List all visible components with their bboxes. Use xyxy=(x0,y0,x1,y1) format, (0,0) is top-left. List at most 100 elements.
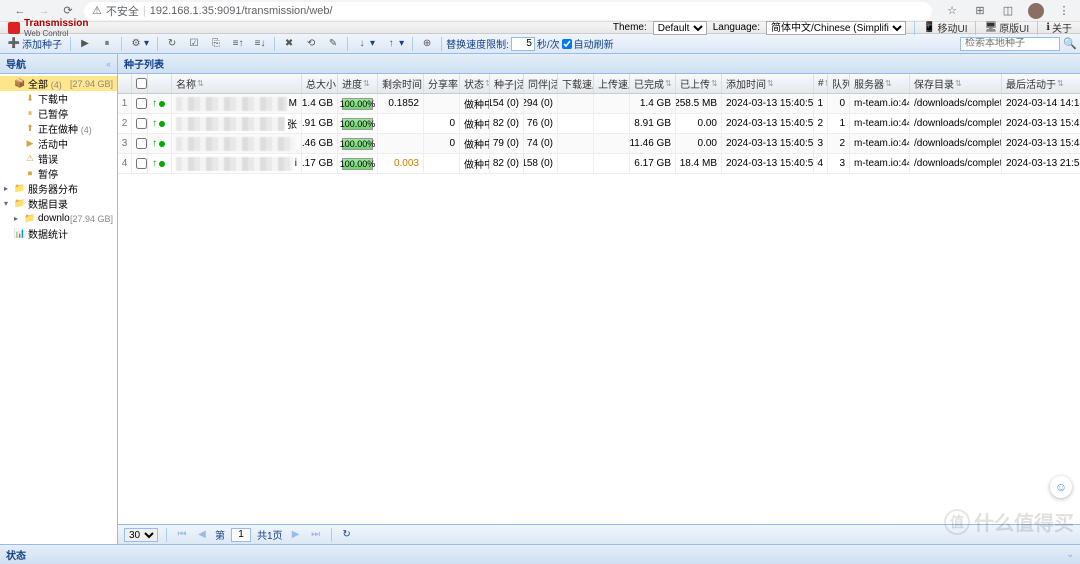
col-state[interactable]: 状态⇅ xyxy=(460,74,490,93)
folder-icon: ⬆ xyxy=(24,123,36,135)
nav-tree: 📦全部 (4)[27.94 GB]⬇下载中 ⏸已暂停 ⬆正在做种 (4)▶活动中… xyxy=(0,74,117,243)
sidebar-item-9[interactable]: ▸📁downloads (4)[27.94 GB] xyxy=(0,211,117,226)
col-added[interactable]: 添加时间⇅ xyxy=(722,74,814,93)
sidebar-item-4[interactable]: ▶活动中 xyxy=(0,136,117,151)
col-queue[interactable]: 队列 xyxy=(828,74,850,93)
progress-bar: 100.00% xyxy=(342,118,373,130)
forward-button[interactable]: → xyxy=(32,1,56,21)
first-page-button[interactable]: ⏮ xyxy=(175,528,189,542)
panel-icon[interactable]: ◫ xyxy=(1000,3,1016,19)
up-icon: ≡↑ xyxy=(232,38,244,50)
next-page-button[interactable]: ▶ xyxy=(289,528,303,542)
table-row[interactable]: 1↑M1.4 GB100.00%0.1852做种中154 (0)294 (0)1… xyxy=(118,94,1080,114)
expand-status-icon[interactable]: ⌄ xyxy=(1066,549,1074,560)
pause-button[interactable]: ⏸ xyxy=(97,36,117,52)
sidebar-item-7[interactable]: ▸📁服务器分布 xyxy=(0,181,117,196)
col-dspeed[interactable]: 下载速度⇅ xyxy=(558,74,594,93)
sidebar: 导航 « 📦全部 (4)[27.94 GB]⬇下载中 ⏸已暂停 ⬆正在做种 (4… xyxy=(0,54,118,544)
collapse-icon[interactable]: « xyxy=(106,59,111,69)
col-peers[interactable]: 同伴|活跃 xyxy=(524,74,558,93)
theme-select[interactable]: Default xyxy=(653,21,707,35)
mobile-ui-link[interactable]: 📱移动UI xyxy=(923,20,967,35)
extensions-icon[interactable]: ⊞ xyxy=(972,3,988,19)
torrent-name-blurred xyxy=(176,117,285,131)
col-progress[interactable]: 进度⇅ xyxy=(338,74,378,93)
sidebar-item-8[interactable]: ▾📁数据目录 xyxy=(0,196,117,211)
logo-icon xyxy=(8,22,20,34)
reload-torrents-button[interactable]: ↻ xyxy=(162,36,182,52)
star-icon[interactable]: ☆ xyxy=(944,3,960,19)
select-all-header[interactable] xyxy=(132,74,148,93)
col-size[interactable]: 总大小⇅ xyxy=(302,74,338,93)
seeding-icon: ↑ xyxy=(152,138,157,149)
torrent-name-blurred xyxy=(176,157,293,171)
plus-icon: ➕ xyxy=(8,38,20,50)
more-icon: ⊕ xyxy=(421,38,433,50)
move-down-button[interactable]: ≡↓ xyxy=(250,36,270,52)
col-seeds[interactable]: 种子|活跃 xyxy=(490,74,524,93)
table-row[interactable]: 3↑11.46 GB100.00%0做种中79 (0)74 (0)11.46 G… xyxy=(118,134,1080,154)
col-share[interactable]: 分享率⇅ xyxy=(424,74,460,93)
row-checkbox[interactable] xyxy=(136,98,147,109)
float-help-button[interactable]: ☺ xyxy=(1050,476,1072,498)
recheck-button[interactable]: ⟲ xyxy=(301,36,321,52)
last-page-button[interactable]: ⏭ xyxy=(309,528,323,542)
more-button[interactable]: ⊕ xyxy=(417,36,437,52)
page-size-select[interactable]: 30 xyxy=(124,528,158,542)
move-up-button[interactable]: ≡↑ xyxy=(228,36,248,52)
prev-page-button[interactable]: ◀ xyxy=(195,528,209,542)
check-icon: ☑ xyxy=(188,38,200,50)
torrent-grid: 名称⇅ 总大小⇅ 进度⇅ 剩余时间⇅ 分享率⇅ 状态⇅ 种子|活跃 同伴|活跃 … xyxy=(118,74,1080,524)
add-torrent-button[interactable]: ➕添加种子 xyxy=(4,36,66,52)
col-remain[interactable]: 剩余时间⇅ xyxy=(378,74,424,93)
sidebar-item-6[interactable]: ⏹暂停 xyxy=(0,166,117,181)
remove-icon: ✖ xyxy=(283,38,295,50)
original-ui-link[interactable]: 🖥原版UI xyxy=(984,20,1029,35)
sidebar-item-0[interactable]: 📦全部 (4)[27.94 GB] xyxy=(0,76,117,91)
speed-up-button[interactable]: ↑▾ xyxy=(381,36,408,52)
about-link[interactable]: ℹ关于 xyxy=(1046,20,1072,35)
search-icon[interactable]: 🔍 xyxy=(1064,38,1076,50)
col-name[interactable]: 名称⇅ xyxy=(172,74,302,93)
sidebar-item-10[interactable]: 📊数据统计 xyxy=(0,226,117,241)
recheck-icon: ⟲ xyxy=(305,38,317,50)
col-idx[interactable]: #⇅ xyxy=(814,74,828,93)
sidebar-item-2[interactable]: ⏸已暂停 xyxy=(0,106,117,121)
speed-limit-input[interactable] xyxy=(511,37,535,51)
sidebar-item-5[interactable]: ⚠错误 xyxy=(0,151,117,166)
progress-bar: 100.00% xyxy=(342,138,373,150)
url-bar[interactable]: ⚠不安全 | 192.168.1.35:9091/transmission/we… xyxy=(84,2,932,20)
seeding-icon: ↑ xyxy=(152,98,157,109)
search-input[interactable] xyxy=(960,37,1060,51)
avatar[interactable] xyxy=(1028,3,1044,19)
table-row[interactable]: 2↑张8.91 GB100.00%0做种中82 (0)76 (0)8.91 GB… xyxy=(118,114,1080,134)
row-checkbox[interactable] xyxy=(136,118,147,129)
col-done[interactable]: 已完成⇅ xyxy=(630,74,676,93)
speed-down-button[interactable]: ↓▾ xyxy=(352,36,379,52)
table-row[interactable]: 4↑i6.17 GB100.00%0.003做种中82 (0)158 (0)6.… xyxy=(118,154,1080,174)
remove-button[interactable]: ✖ xyxy=(279,36,299,52)
row-checkbox[interactable] xyxy=(136,158,147,169)
row-checkbox[interactable] xyxy=(136,138,147,149)
config-button[interactable]: ⚙▾ xyxy=(126,36,153,52)
refresh-page-button[interactable]: ↻ xyxy=(340,528,354,542)
col-last[interactable]: 最后活动于⇅ xyxy=(1002,74,1080,93)
autorefresh-checkbox[interactable] xyxy=(562,39,572,49)
language-select[interactable]: 简体中文/Chinese (Simplified) xyxy=(766,21,906,35)
col-uspeed[interactable]: 上传速度⇅ xyxy=(594,74,630,93)
page-input[interactable] xyxy=(231,528,251,542)
verify-button[interactable]: ☑ xyxy=(184,36,204,52)
sidebar-item-3[interactable]: ⬆正在做种 (4) xyxy=(0,121,117,136)
start-button[interactable]: ▶ xyxy=(75,36,95,52)
menu-icon[interactable]: ⋮ xyxy=(1056,3,1072,19)
browser-bar: ← → ⟳ ⚠不安全 | 192.168.1.35:9091/transmiss… xyxy=(0,0,1080,22)
col-dir[interactable]: 保存目录⇅ xyxy=(910,74,1002,93)
copy-button[interactable]: ⎘ xyxy=(206,36,226,52)
speed-limit-label: 替换速度限制: xyxy=(446,36,509,51)
col-server[interactable]: 服务器⇅ xyxy=(850,74,910,93)
nav-header: 导航 « xyxy=(0,54,117,74)
smile-icon: ☺ xyxy=(1055,480,1067,494)
col-uploaded[interactable]: 已上传⇅ xyxy=(676,74,722,93)
sidebar-item-1[interactable]: ⬇下载中 xyxy=(0,91,117,106)
rename-button[interactable]: ✎ xyxy=(323,36,343,52)
